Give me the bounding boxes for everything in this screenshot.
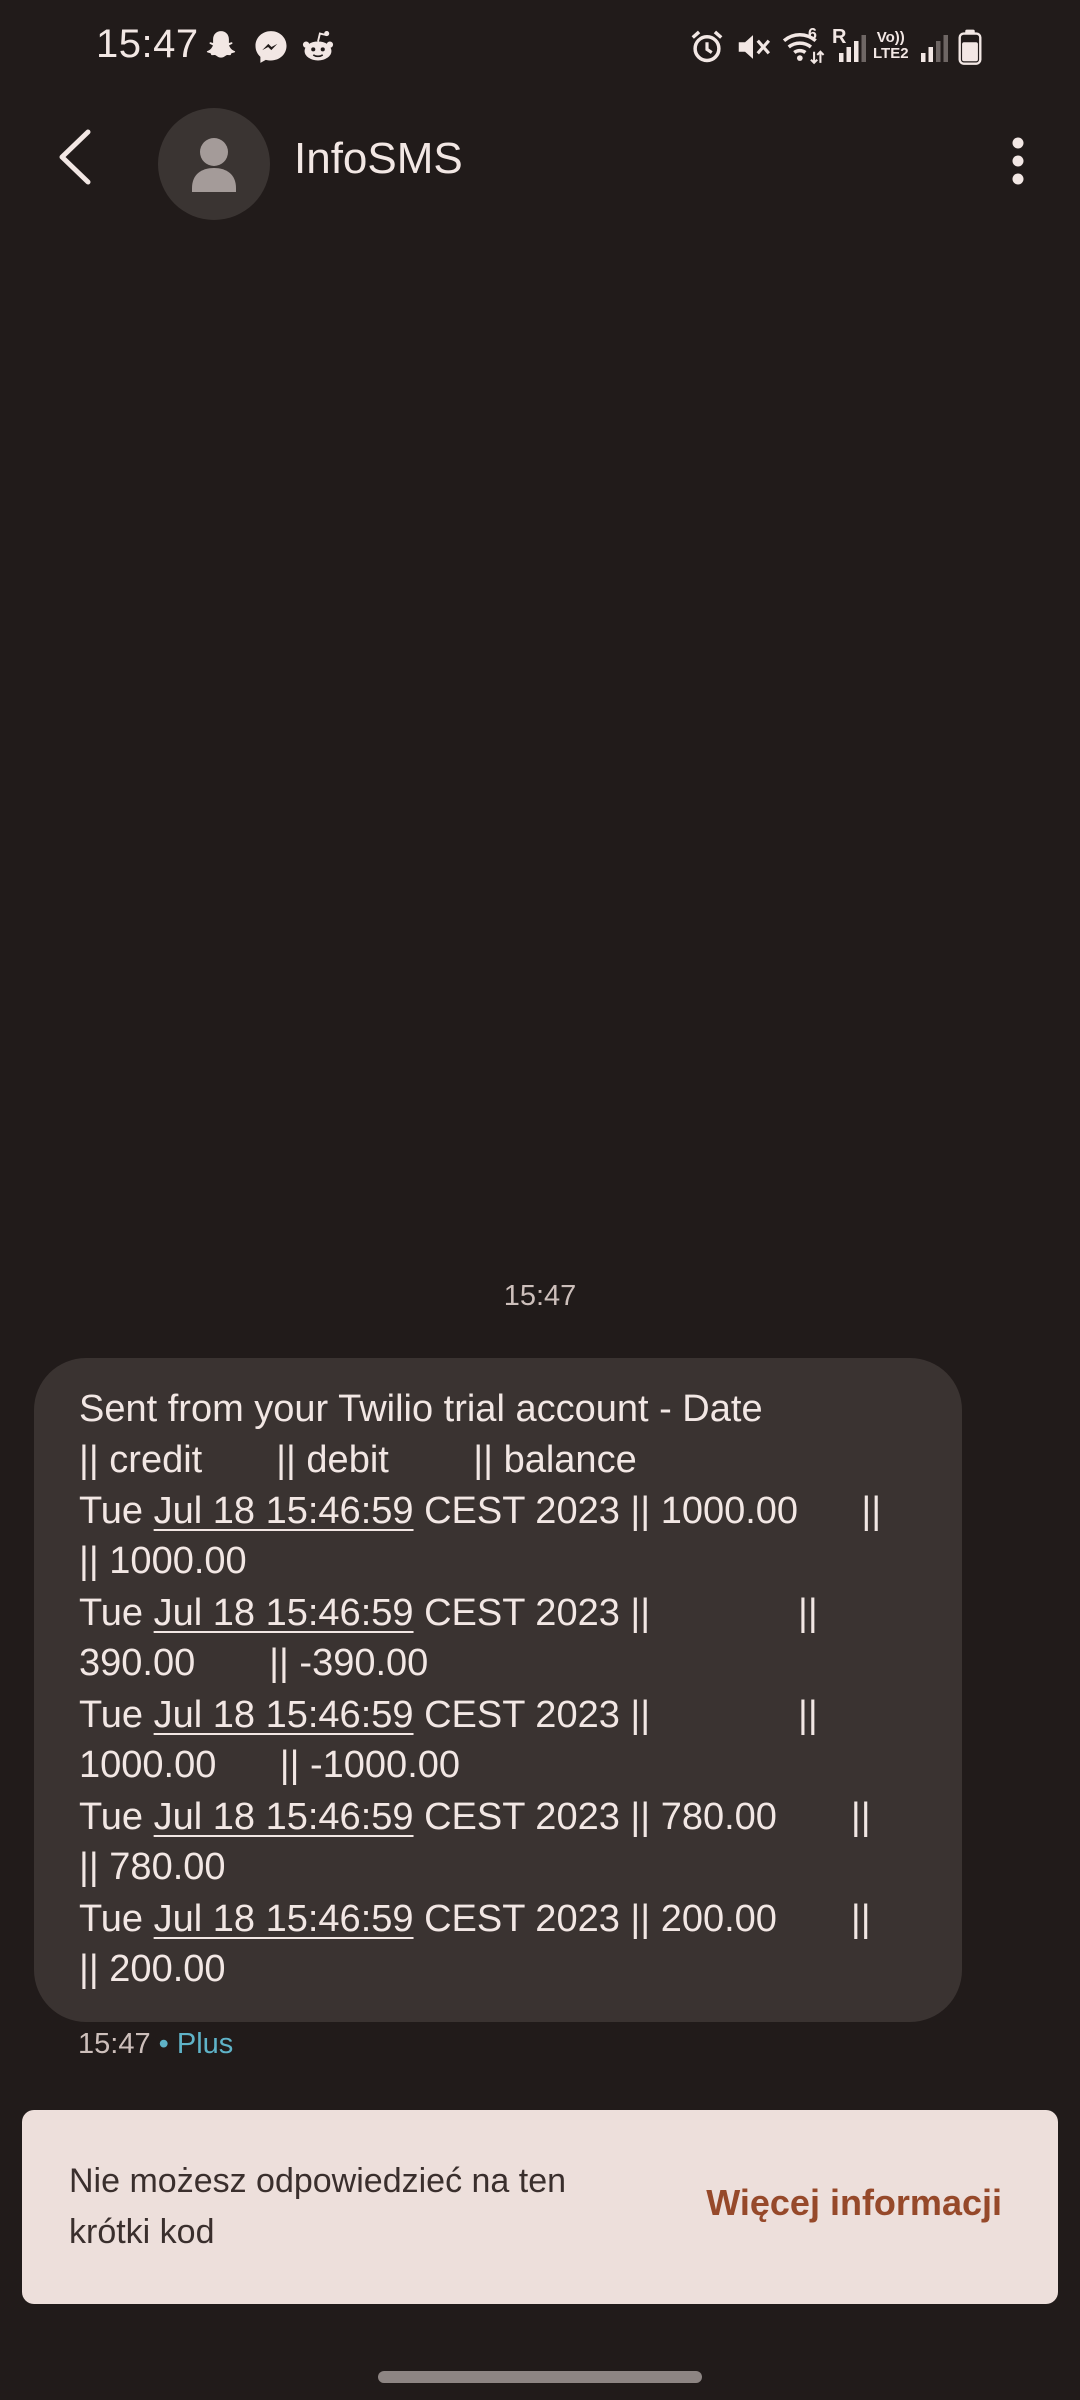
date-link[interactable]: Jul 18 15:46:59 [154, 1898, 414, 1940]
date-link[interactable]: Jul 18 15:46:59 [154, 1796, 414, 1838]
back-arrow-icon[interactable] [40, 122, 110, 192]
reply-unavailable-notice: Nie możesz odpowiedzieć na ten krótki ko… [22, 2110, 1058, 2304]
message-text: CEST 2023 || 1000.00 || [413, 1490, 882, 1532]
volte-label-top: Vo)) [876, 29, 905, 46]
message-text: 1000.00 || -1000.00 [79, 1744, 461, 1786]
message-line: 1000.00 || -1000.00 [79, 1740, 460, 1790]
message-text: Tue [79, 1694, 154, 1736]
date-link[interactable]: Jul 18 15:46:59 [154, 1592, 414, 1634]
message-text: 390.00 || -390.00 [79, 1642, 429, 1684]
message-text: CEST 2023 || || [413, 1592, 818, 1634]
more-info-link[interactable]: Więcej informacji [706, 2182, 1002, 2224]
message-text: Tue [79, 1592, 154, 1634]
signal-icon [839, 35, 866, 62]
message-line: Sent from your Twilio trial account - Da… [79, 1384, 763, 1434]
message-line: || 200.00 [79, 1944, 226, 1994]
more-options-icon[interactable] [996, 126, 1040, 196]
message-text: Sent from your Twilio trial account - Da… [79, 1388, 763, 1430]
contact-name[interactable]: InfoSMS [294, 134, 463, 184]
message-text: || 200.00 [79, 1948, 226, 1990]
battery-icon [958, 29, 982, 65]
signal-icon-2 [921, 35, 948, 62]
alarm-icon [691, 30, 723, 63]
message-line: Tue Jul 18 15:46:59 CEST 2023 || 1000.00… [79, 1486, 881, 1536]
message-line: Tue Jul 18 15:46:59 CEST 2023 || || [79, 1588, 818, 1638]
date-link[interactable]: Jul 18 15:46:59 [154, 1694, 414, 1736]
message-text: || credit || debit || balance [79, 1439, 637, 1481]
meta-separator: • [158, 2028, 169, 2060]
conversation-header: InfoSMS [0, 96, 1080, 236]
wifi-icon [782, 32, 825, 65]
snapchat-icon [206, 31, 236, 58]
message-line: Tue Jul 18 15:46:59 CEST 2023 || || [79, 1690, 818, 1740]
notice-text: Nie możesz odpowiedzieć na ten krótki ko… [69, 2162, 567, 2251]
message-line: || credit || debit || balance [79, 1435, 637, 1485]
message-text: Tue [79, 1796, 154, 1838]
message-text: || 1000.00 [79, 1540, 247, 1582]
volte-icon: Vo)) LTE2 [873, 30, 909, 62]
wifi-label: 6 [808, 26, 817, 43]
home-indicator[interactable] [378, 2371, 702, 2383]
mute-icon [738, 35, 771, 59]
message-line: Tue Jul 18 15:46:59 CEST 2023 || 780.00 … [79, 1792, 871, 1842]
message-text: || 780.00 [79, 1846, 226, 1888]
message-text: Tue [79, 1898, 154, 1940]
volte-label-bottom: LTE2 [873, 45, 909, 62]
messenger-icon [255, 31, 287, 63]
message-time: 15:47 [78, 2028, 151, 2060]
message-plan-label: Plus [176, 2028, 234, 2060]
contact-avatar[interactable] [158, 108, 270, 220]
message-line: || 780.00 [79, 1842, 226, 1892]
message-text: Tue [79, 1490, 154, 1532]
message-line: 390.00 || -390.00 [79, 1638, 428, 1688]
time-divider: 15:47 [503, 1280, 577, 1312]
status-time: 15:47 [96, 22, 199, 66]
message-meta: 15:47 • Plus [78, 2028, 233, 2061]
date-link[interactable]: Jul 18 15:46:59 [154, 1490, 414, 1532]
message-line: || 1000.00 [79, 1536, 247, 1586]
message-bubble[interactable]: Sent from your Twilio trial account - Da… [34, 1358, 962, 2022]
message-text: CEST 2023 || || [413, 1694, 818, 1736]
message-text: CEST 2023 || 780.00 || [413, 1796, 871, 1838]
message-line: Tue Jul 18 15:46:59 CEST 2023 || 200.00 … [79, 1894, 871, 1944]
person-icon [192, 138, 236, 192]
status-bar: 15:47 6 R Vo)) LTE2 [0, 0, 1080, 96]
message-text: CEST 2023 || 200.00 || [413, 1898, 871, 1940]
reddit-icon [302, 31, 334, 61]
